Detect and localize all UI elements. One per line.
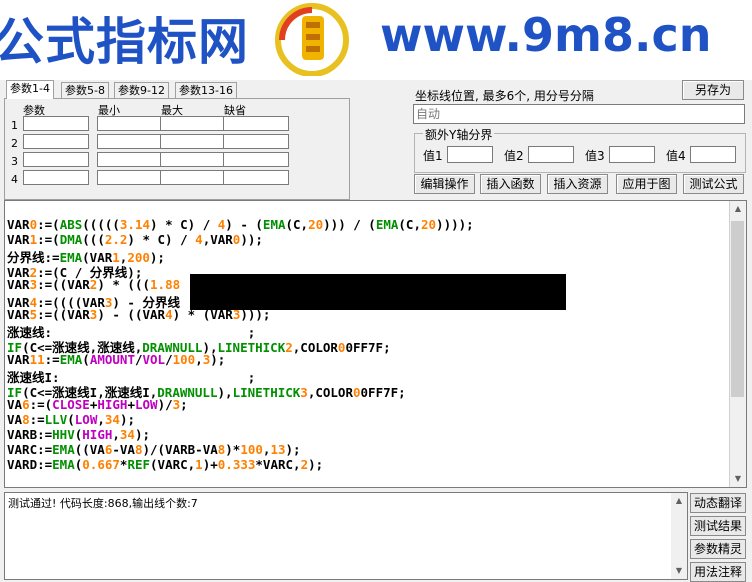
code-line: 涨速线I: ; — [7, 370, 256, 385]
param-name-field[interactable] — [23, 116, 89, 131]
param-min-field[interactable] — [97, 116, 163, 131]
edit-operation-button[interactable]: 编辑操作 — [414, 174, 475, 194]
param-min-field[interactable] — [97, 134, 163, 149]
value2-input[interactable] — [528, 146, 574, 163]
code-line: VARD:=EMA(0.667*REF(VARC,1)+0.333*VARC,2… — [7, 457, 324, 472]
param-name-field[interactable] — [23, 152, 89, 167]
param-table: 参数 最小 最大 缺省 1 2 3 4 — [4, 98, 350, 200]
row-number: 4 — [11, 173, 18, 186]
editor-scrollbar[interactable]: ▲ ▼ — [729, 201, 746, 487]
value3-input[interactable] — [609, 146, 655, 163]
param-max-field[interactable] — [160, 116, 226, 131]
scroll-down-arrow-icon[interactable]: ▼ — [730, 471, 746, 487]
row-number: 2 — [11, 137, 18, 150]
insert-resource-button[interactable]: 插入资源 — [547, 174, 608, 194]
scroll-up-arrow-icon[interactable]: ▲ — [671, 493, 687, 509]
value1-input[interactable] — [447, 146, 493, 163]
param-max-field[interactable] — [160, 152, 226, 167]
code-line: 涨速线: ; — [7, 325, 256, 340]
scroll-up-arrow-icon[interactable]: ▲ — [730, 201, 746, 217]
code-line: IF(C<=涨速线I,涨速线I,DRAWNULL),LINETHICK3,COL… — [7, 385, 406, 400]
tab-params-9-12[interactable]: 参数9-12 — [114, 82, 169, 99]
insert-function-button[interactable]: 插入函数 — [480, 174, 541, 194]
value3-label: 值3 — [585, 149, 605, 163]
code-line: VARC:=EMA((VA6-VA8)/(VARB-VA8)*100,13); — [7, 442, 301, 457]
tab-params-1-4[interactable]: 参数1-4 — [6, 80, 54, 99]
banner-url: www.9m8.cn — [380, 8, 712, 62]
row-number: 3 — [11, 155, 18, 168]
row-number: 1 — [11, 119, 18, 132]
code-line: VAR4:=((((VAR3) - 分界线 — [7, 295, 180, 310]
scroll-thumb[interactable] — [731, 221, 744, 397]
save-as-button[interactable]: 另存为 — [682, 80, 744, 100]
param-wizard-button[interactable]: 参数精灵 — [690, 539, 746, 559]
code-line: VAR1:=(DMA(((2.2) * C) / 4,VAR0)); — [7, 232, 263, 247]
output-pane: 测试通过! 代码长度:868,输出线个数:7 ▲ ▼ — [4, 492, 688, 580]
extra-y-axis-title: 额外Y轴分界 — [423, 126, 495, 143]
usage-notes-button[interactable]: 用法注释 — [690, 562, 746, 582]
banner-title: 公式指标网 — [0, 13, 249, 71]
value2-label: 值2 — [504, 149, 524, 163]
param-default-field[interactable] — [223, 170, 289, 185]
param-min-field[interactable] — [97, 152, 163, 167]
code-line: VAR2:=(C / 分界线); — [7, 265, 143, 280]
code-editor[interactable]: VAR0:=(ABS(((((3.14) * C) / 4) - (EMA(C,… — [4, 200, 747, 488]
scroll-down-arrow-icon[interactable]: ▼ — [671, 563, 687, 579]
tab-params-13-16[interactable]: 参数13-16 — [175, 82, 237, 99]
value4-input[interactable] — [690, 146, 736, 163]
code-line: VAR11:=EMA(AMOUNT/VOL/100,3); — [7, 352, 226, 367]
axis-position-label: 坐标线位置, 最多6个, 用分号分隔 — [415, 89, 594, 103]
axis-position-input[interactable]: 自动 — [413, 104, 745, 124]
param-default-field[interactable] — [223, 116, 289, 131]
code-line: VAR3:=((VAR2) * (((1.88 — [7, 277, 181, 292]
site-logo-icon — [275, 3, 349, 76]
tab-params-5-8[interactable]: 参数5-8 — [61, 82, 109, 99]
param-default-field[interactable] — [223, 152, 289, 167]
param-name-field[interactable] — [23, 134, 89, 149]
test-formula-button[interactable]: 测试公式 — [683, 174, 744, 194]
test-result-message: 测试通过! 代码长度:868,输出线个数:7 — [8, 497, 198, 510]
value1-label: 值1 — [423, 149, 443, 163]
test-result-button[interactable]: 测试结果 — [690, 516, 746, 536]
code-line: 分界线:=EMA(VAR1,200); — [7, 250, 165, 265]
param-name-field[interactable] — [23, 170, 89, 185]
code-line: VAR0:=(ABS(((((3.14) * C) / 4) - (EMA(C,… — [7, 217, 474, 232]
param-min-field[interactable] — [97, 170, 163, 185]
code-line: VA8:=LLV(LOW,34); — [7, 412, 135, 427]
redaction-block — [190, 274, 566, 310]
code-line: VARB:=HHV(HIGH,34); — [7, 427, 151, 442]
param-max-field[interactable] — [160, 134, 226, 149]
output-scrollbar[interactable]: ▲ ▼ — [671, 493, 687, 579]
param-default-field[interactable] — [223, 134, 289, 149]
apply-to-chart-button[interactable]: 应用于图 — [616, 174, 677, 194]
code-line: VA6:=(CLOSE+HIGH+LOW)/3; — [7, 397, 188, 412]
param-max-field[interactable] — [160, 170, 226, 185]
dynamic-translate-button[interactable]: 动态翻译 — [690, 493, 746, 513]
site-banner: 公式指标网 www.9m8.cn — [0, 0, 752, 80]
value4-label: 值4 — [666, 149, 686, 163]
code-line: IF(C<=涨速线,涨速线,DRAWNULL),LINETHICK2,COLOR… — [7, 340, 391, 355]
